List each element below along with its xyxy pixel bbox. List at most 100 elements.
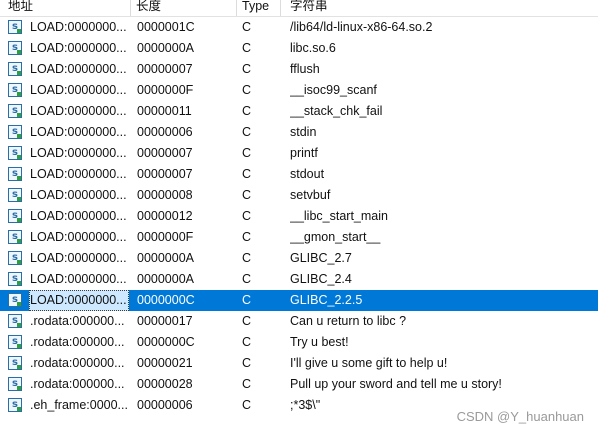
cell-address: LOAD:0000000...: [30, 125, 127, 139]
cell-string: GLIBC_2.7: [290, 251, 352, 265]
string-item-icon: s: [8, 251, 22, 265]
cell-type: C: [242, 167, 252, 181]
string-marker-dot: [17, 386, 21, 390]
cell-address: .rodata:000000...: [30, 356, 125, 370]
string-marker-dot: [17, 323, 21, 327]
table-row[interactable]: s .rodata:000000... 00000028 C Pull up your …: [0, 374, 598, 395]
table-row[interactable]: s LOAD:0000000... 00000006 Cstdin: [0, 122, 598, 143]
string-item-icon: s: [8, 230, 22, 244]
cell-string: GLIBC_2.4: [290, 272, 352, 286]
column-header-string[interactable]: 字符串: [286, 0, 598, 16]
string-marker-dot: [17, 239, 21, 243]
cell-address: LOAD:0000000...: [30, 20, 127, 34]
table-row[interactable]: s LOAD:0000000... 00000008 Csetvbuf: [0, 185, 598, 206]
string-item-icon: s: [8, 335, 22, 349]
table-row[interactable]: s .rodata:000000... 0000000C C Try u best!: [0, 332, 598, 353]
string-item-icon: s: [8, 314, 22, 328]
table-row[interactable]: s .rodata:000000... 00000021 C I'll give u s…: [0, 353, 598, 374]
table-row[interactable]: s LOAD:0000000... 0000001C C/lib64/ld-linux…: [0, 17, 598, 38]
string-marker-dot: [17, 218, 21, 222]
cell-string: Pull up your sword and tell me u story!: [290, 377, 502, 391]
cell-address: LOAD:0000000...: [29, 290, 129, 311]
table-row[interactable]: s LOAD:0000000... 0000000F C __gmon_start__: [0, 227, 598, 248]
string-marker-dot: [17, 176, 21, 180]
string-item-icon: s: [8, 293, 22, 307]
string-item-icon: s: [8, 20, 22, 34]
table-row[interactable]: s LOAD:0000000... 0000000A C GLIBC_2.7: [0, 248, 598, 269]
cell-string: Can u return to libc ?: [290, 314, 407, 328]
string-item-icon: s: [8, 188, 22, 202]
cell-string: /lib64/ld-linux-x86-64.so.2: [290, 20, 433, 34]
string-marker-dot: [17, 302, 21, 306]
string-item-icon: s: [8, 104, 22, 118]
table-row[interactable]: s LOAD:0000000... 00000007 Cfflush: [0, 59, 598, 80]
cell-length: 0000000A: [137, 41, 195, 55]
column-header-address[interactable]: 地址: [4, 0, 131, 16]
string-marker-dot: [17, 92, 21, 96]
table-row[interactable]: s LOAD:0000000... 0000000A C GLIBC_2.4: [0, 269, 598, 290]
column-header-type[interactable]: Type: [238, 0, 281, 16]
column-header-length[interactable]: 长度: [132, 0, 237, 16]
cell-address: LOAD:0000000...: [30, 188, 127, 202]
table-row-selected[interactable]: s LOAD:0000000... 0000000C C GLIBC_2.2.5: [0, 290, 598, 311]
watermark: CSDN @Y_huanhuan: [456, 409, 584, 424]
cell-address: .rodata:000000...: [30, 314, 125, 328]
cell-length: 00000021: [137, 356, 193, 370]
cell-type: C: [242, 41, 252, 55]
table-row[interactable]: s LOAD:0000000... 0000000F C __isoc99_scanf: [0, 80, 598, 101]
cell-type: C: [242, 398, 252, 412]
cell-string: __gmon_start__: [290, 230, 381, 244]
cell-length: 0000000C: [137, 335, 195, 349]
string-marker-dot: [17, 365, 21, 369]
table-row[interactable]: s LOAD:0000000... 00000007 Cprintf: [0, 143, 598, 164]
string-item-icon: s: [8, 146, 22, 160]
cell-address: LOAD:0000000...: [30, 104, 127, 118]
string-item-icon: s: [8, 209, 22, 223]
table-row[interactable]: s LOAD:0000000... 0000000A Clibc.so.6: [0, 38, 598, 59]
table-row[interactable]: s LOAD:0000000... 00000007 Cstdout: [0, 164, 598, 185]
cell-length: 00000008: [137, 188, 193, 202]
cell-length: 00000017: [137, 314, 193, 328]
cell-address: LOAD:0000000...: [30, 230, 127, 244]
string-marker-dot: [17, 113, 21, 117]
cell-string: setvbuf: [290, 188, 331, 202]
string-marker-dot: [17, 260, 21, 264]
cell-address: LOAD:0000000...: [30, 167, 127, 181]
cell-type: C: [242, 188, 252, 202]
cell-string: printf: [290, 146, 318, 160]
cell-type: C: [242, 146, 252, 160]
string-marker-dot: [17, 407, 21, 411]
cell-length: 00000012: [137, 209, 193, 223]
cell-type: C: [242, 377, 252, 391]
cell-length: 00000007: [137, 146, 193, 160]
cell-length: 0000000A: [137, 251, 195, 265]
string-marker-dot: [17, 344, 21, 348]
string-item-icon: s: [8, 272, 22, 286]
cell-length: 0000000F: [137, 83, 194, 97]
cell-string: __stack_chk_fail: [290, 104, 383, 118]
string-marker-dot: [17, 155, 21, 159]
table-row[interactable]: s .rodata:000000... 00000017 C Can u return …: [0, 311, 598, 332]
table-row[interactable]: s LOAD:0000000... 00000012 C __libc_start_ma…: [0, 206, 598, 227]
cell-type: C: [242, 272, 252, 286]
string-item-icon: s: [8, 62, 22, 76]
cell-string: stdout: [290, 167, 325, 181]
string-item-icon: s: [8, 356, 22, 370]
cell-string: libc.so.6: [290, 41, 336, 55]
string-marker-dot: [17, 134, 21, 138]
string-marker-dot: [17, 50, 21, 54]
string-marker-dot: [17, 281, 21, 285]
cell-type: C: [242, 20, 252, 34]
cell-length: 00000006: [137, 398, 193, 412]
cell-type: C: [242, 335, 252, 349]
cell-address: LOAD:0000000...: [30, 251, 127, 265]
cell-length: 00000007: [137, 62, 193, 76]
cell-length: 0000001C: [137, 20, 195, 34]
cell-type: C: [242, 356, 252, 370]
cell-address: LOAD:0000000...: [30, 146, 127, 160]
string-marker-dot: [17, 197, 21, 201]
table-row[interactable]: s LOAD:0000000... 00000011 C __stack_chk_fai…: [0, 101, 598, 122]
string-item-icon: s: [8, 125, 22, 139]
cell-address: .eh_frame:0000...: [30, 398, 128, 412]
cell-type: C: [242, 293, 252, 307]
